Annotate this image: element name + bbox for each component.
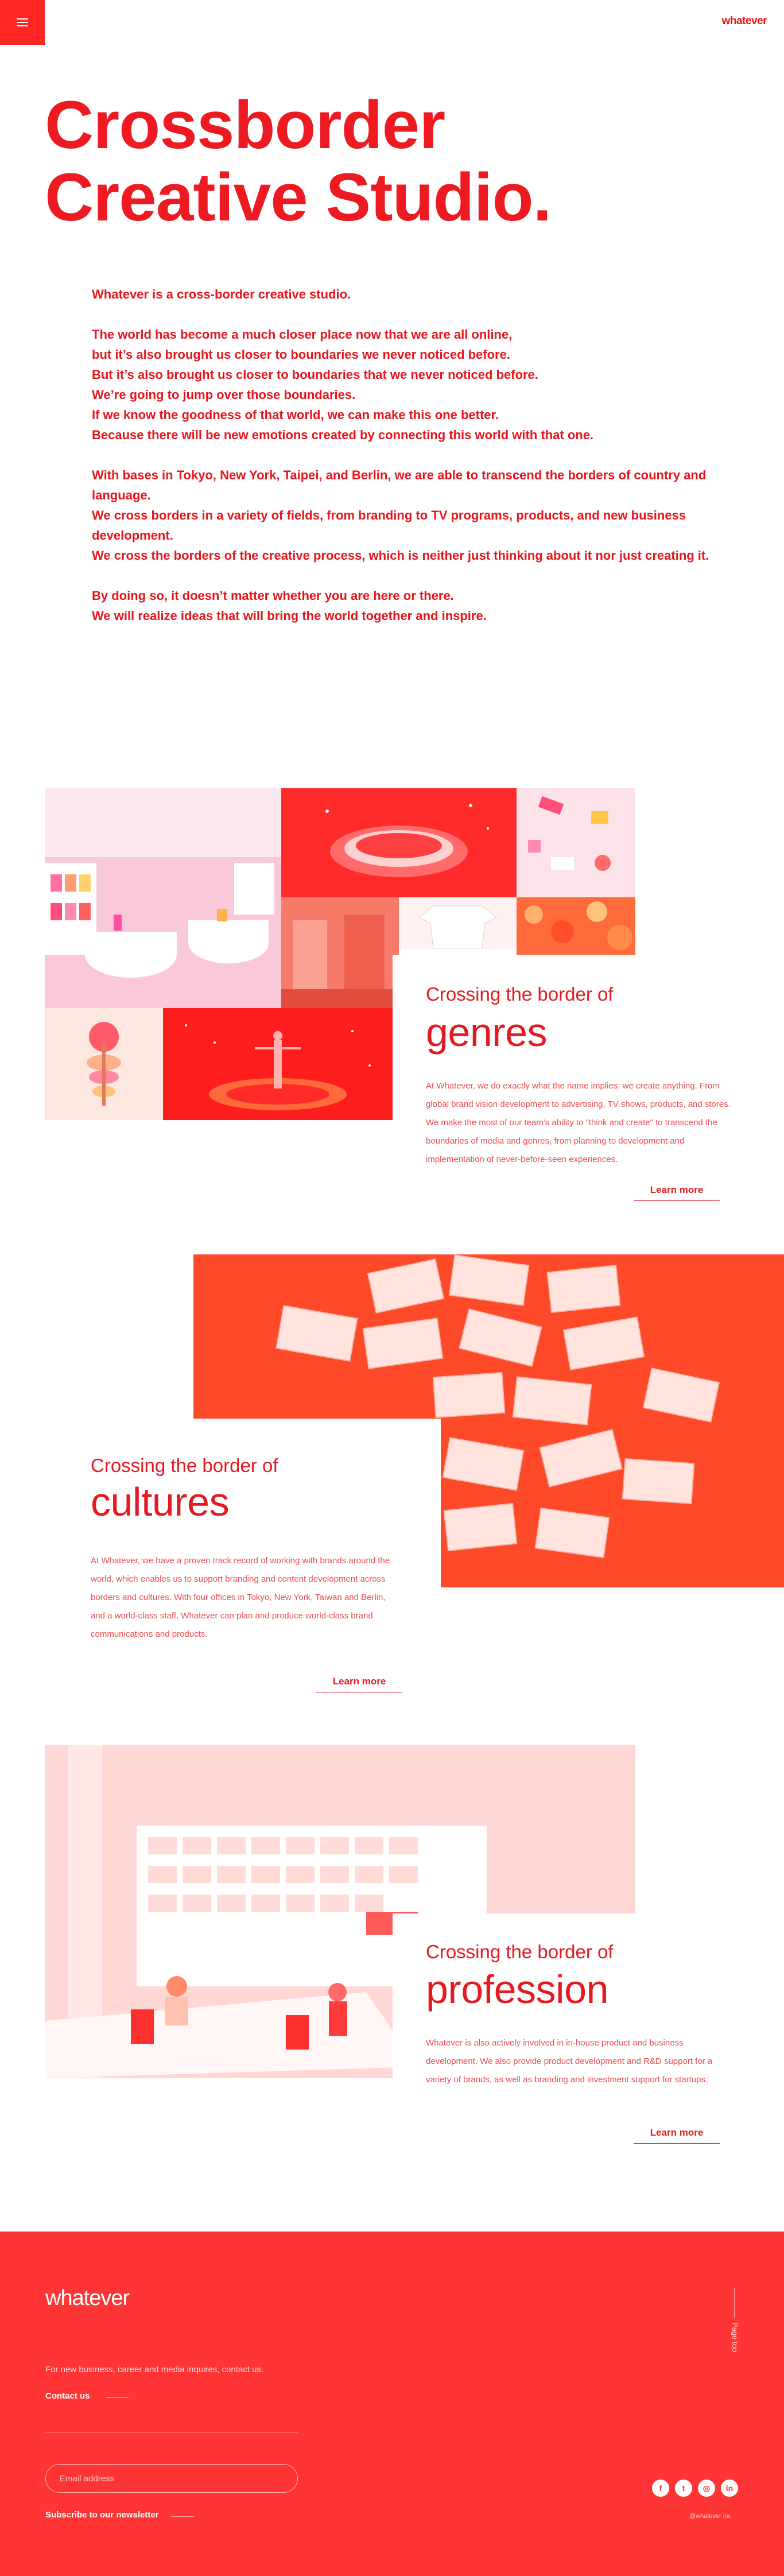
page-top-label: Page top xyxy=(731,2322,739,2353)
intro-line: With bases in Tokyo, New York, Taipei, a… xyxy=(92,468,707,502)
intro-paragraph-4: By doing so, it doesn’t matter whether y… xyxy=(92,586,740,626)
photo-shop-aisle xyxy=(281,897,399,1008)
site-logo[interactable]: whatever xyxy=(722,15,767,28)
photo-event-stage xyxy=(281,788,517,897)
linkedin-icon[interactable]: in xyxy=(721,2480,738,2497)
photo-flower-sculpture xyxy=(45,1008,163,1120)
page-top-line xyxy=(734,2288,735,2318)
profession-body: Whatever is also actively involved in in… xyxy=(426,2038,713,2085)
profession-learn-more-link[interactable]: Learn more xyxy=(634,2127,720,2144)
intro-paragraph-1: Whatever is a cross-border creative stud… xyxy=(92,284,740,304)
menu-button[interactable] xyxy=(0,0,45,45)
hero-title-line2: Creative Studio. xyxy=(45,160,552,236)
intro-paragraph-2: The world has become a much closer place… xyxy=(92,324,740,445)
genres-body: At Whatever, we do exactly what the name… xyxy=(426,1081,731,1164)
photo-white-shirt xyxy=(399,897,517,949)
photo-store-interior xyxy=(45,788,281,1008)
cultures-body: At Whatever, we have a proven track reco… xyxy=(91,1556,390,1639)
intro-line: But it’s also brought us closer to bound… xyxy=(92,367,538,382)
hamburger-menu-icon xyxy=(17,18,28,26)
genres-title: genres xyxy=(426,1010,548,1055)
hero-title-line1: Crossborder xyxy=(45,87,445,163)
intro-line: but it’s also brought us closer to bound… xyxy=(92,347,510,362)
site-footer: whatever For new business, career and me… xyxy=(0,2232,784,2576)
contact-us-underline xyxy=(106,2397,129,2398)
newsletter-email-input[interactable] xyxy=(45,2464,298,2493)
cultures-title: cultures xyxy=(91,1479,230,1524)
hero-title: Crossborder Creative Studio. xyxy=(45,87,552,236)
intro-line: We cross the borders of the creative pro… xyxy=(92,548,709,563)
instagram-icon[interactable]: ◎ xyxy=(698,2480,715,2497)
photo-performer-candles xyxy=(163,1008,393,1120)
intro-line: By doing so, it doesn’t matter whether y… xyxy=(92,588,454,603)
profession-title: profession xyxy=(426,1967,608,2012)
intro-line: Because there will be new emotions creat… xyxy=(92,428,594,442)
subscribe-underline xyxy=(171,2516,194,2517)
footer-contact-note: For new business, career and media inqui… xyxy=(45,2365,264,2374)
genres-kicker: Crossing the border of xyxy=(426,983,614,1005)
photo-flowers xyxy=(517,897,635,955)
facebook-icon[interactable]: f xyxy=(652,2480,669,2497)
section-profession: Crossing the border of profession Whatev… xyxy=(393,1913,738,2180)
footer-logo[interactable]: whatever xyxy=(45,2286,130,2311)
twitter-icon[interactable]: t xyxy=(675,2480,692,2497)
intro-line: We cross borders in a variety of fields,… xyxy=(92,508,686,543)
genres-learn-more-link[interactable]: Learn more xyxy=(634,1184,720,1201)
photo-colorful-objects xyxy=(517,788,635,897)
cultures-learn-more-link[interactable]: Learn more xyxy=(316,1676,402,1692)
social-links: f t ◎ in xyxy=(652,2480,738,2497)
profession-kicker: Crossing the border of xyxy=(426,1941,614,1962)
section-genres: Crossing the border of genres At Whateve… xyxy=(393,955,738,1222)
intro-paragraph-3: With bases in Tokyo, New York, Taipei, a… xyxy=(92,465,740,565)
section-cultures: Crossing the border of cultures At Whate… xyxy=(45,1419,441,1711)
footer-divider xyxy=(45,2432,298,2433)
page-top-button[interactable]: Page top xyxy=(726,2288,743,2362)
intro-line: We’re going to jump over those boundarie… xyxy=(92,388,356,402)
intro-line: Whatever is a cross-border creative stud… xyxy=(92,287,351,301)
intro-line: If we know the goodness of that world, w… xyxy=(92,408,499,422)
subscribe-newsletter-button[interactable]: Subscribe to our newsletter xyxy=(45,2510,159,2520)
contact-us-link[interactable]: Contact us xyxy=(45,2391,90,2401)
intro-text: Whatever is a cross-border creative stud… xyxy=(92,284,740,646)
cultures-kicker: Crossing the border of xyxy=(91,1455,278,1476)
copyright: @whatever inc. xyxy=(689,2513,733,2520)
intro-line: We will realize ideas that will bring th… xyxy=(92,609,487,623)
intro-line: The world has become a much closer place… xyxy=(92,327,513,342)
